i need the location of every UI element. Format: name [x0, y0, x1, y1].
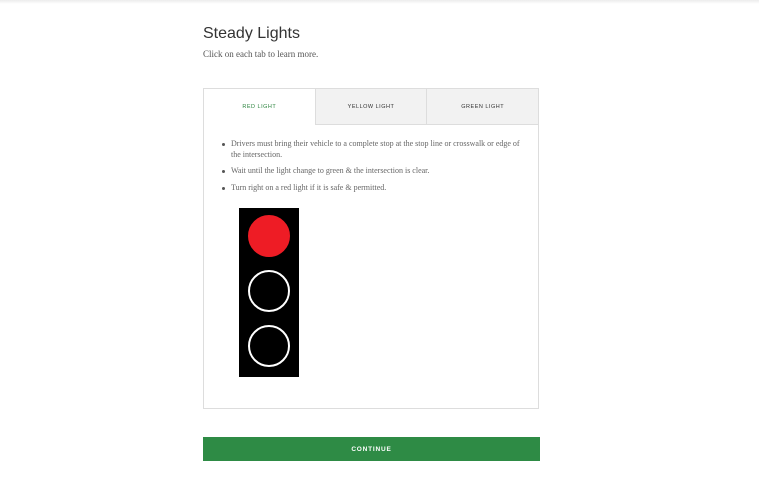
continue-button[interactable]: CONTINUE: [203, 437, 540, 461]
page-title: Steady Lights: [203, 25, 300, 42]
tab-yellow-light[interactable]: YELLOW LIGHT: [314, 89, 427, 124]
list-item: Drivers must bring their vehicle to a co…: [222, 139, 531, 160]
tab-green-light[interactable]: GREEN LIGHT: [426, 89, 539, 124]
tab-panel: RED LIGHT YELLOW LIGHT GREEN LIGHT Drive…: [203, 88, 539, 409]
tab-red-light[interactable]: RED LIGHT: [204, 89, 315, 125]
bullet-list: Drivers must bring their vehicle to a co…: [221, 139, 538, 193]
tab-content: Drivers must bring their vehicle to a co…: [204, 125, 538, 193]
list-item: Turn right on a red light if it is safe …: [222, 183, 531, 194]
traffic-light-image: [239, 208, 299, 377]
top-shadow: [0, 0, 759, 4]
green-lamp: [248, 325, 290, 367]
red-lamp: [248, 215, 290, 257]
page-subtitle: Click on each tab to learn more.: [203, 49, 319, 59]
yellow-lamp: [248, 270, 290, 312]
list-item: Wait until the light change to green & t…: [222, 166, 531, 177]
tab-bar: RED LIGHT YELLOW LIGHT GREEN LIGHT: [204, 89, 539, 125]
